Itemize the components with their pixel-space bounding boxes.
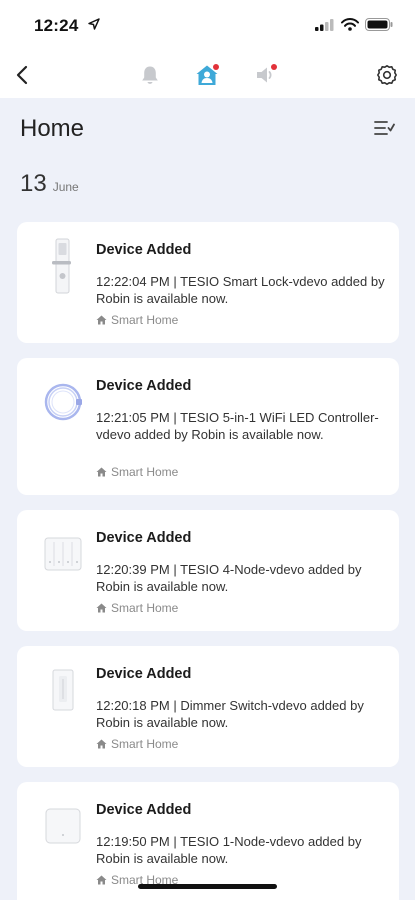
home-indicator[interactable]: [138, 884, 277, 889]
settings-button[interactable]: [373, 61, 401, 89]
card-location: Smart Home: [96, 465, 178, 479]
home-icon: [96, 739, 107, 749]
card-location-label: Smart Home: [111, 313, 179, 327]
notification-card[interactable]: Device Added 12:20:18 PM | Dimmer Switch…: [17, 646, 399, 767]
filter-button[interactable]: [373, 118, 397, 140]
date-group-header: 13 June: [20, 170, 79, 198]
card-title: Device Added: [96, 242, 192, 258]
card-message: 12:21:05 PM | TESIO 5-in-1 WiFi LED Cont…: [96, 410, 379, 442]
bell-icon: [142, 66, 158, 84]
chevron-left-icon: [16, 65, 28, 85]
date-day: 13: [20, 170, 47, 197]
card-location: Smart Home: [96, 313, 178, 327]
wifi-icon: [341, 18, 359, 36]
card-message: 12:19:50 PM | TESIO 1-Node-vdevo added b…: [96, 834, 362, 866]
gear-icon: [377, 65, 397, 85]
notification-card[interactable]: Device Added 12:21:05 PM | TESIO 5-in-1 …: [17, 358, 399, 495]
home-icon: [96, 315, 107, 325]
card-title: Device Added: [96, 802, 192, 818]
led-controller-icon: [39, 372, 87, 432]
home-icon: [96, 467, 107, 477]
tab-badge-dot: [213, 64, 219, 70]
card-location: Smart Home: [96, 601, 178, 615]
card-location-label: Smart Home: [111, 601, 179, 615]
notification-card[interactable]: Device Added 12:19:50 PM | TESIO 1-Node-…: [17, 782, 399, 900]
one-node-switch-icon: [39, 796, 87, 856]
filter-list-icon: [374, 121, 395, 135]
dimmer-switch-icon: [39, 660, 87, 720]
date-month: June: [52, 180, 79, 194]
tab-home-devices[interactable]: [192, 60, 222, 90]
card-location-label: Smart Home: [111, 737, 179, 751]
card-title: Device Added: [96, 530, 192, 546]
status-bar: 12:24: [0, 0, 415, 52]
tab-badge-dot: [271, 64, 277, 70]
tab-announcements[interactable]: [250, 60, 280, 90]
back-button[interactable]: [8, 61, 36, 89]
location-arrow-icon: [88, 17, 100, 35]
page-title: Home: [20, 115, 85, 142]
card-title: Device Added: [96, 378, 192, 394]
card-title: Device Added: [96, 666, 192, 682]
notification-card[interactable]: Device Added 12:22:04 PM | TESIO Smart L…: [17, 222, 399, 343]
card-location-label: Smart Home: [111, 465, 179, 479]
home-icon: [96, 603, 107, 613]
four-node-switch-icon: [39, 524, 87, 584]
notification-card[interactable]: Device Added 12:20:39 PM | TESIO 4-Node-…: [17, 510, 399, 631]
status-icons: [315, 18, 393, 36]
card-location: Smart Home: [96, 737, 178, 751]
top-nav-bar: [0, 52, 415, 98]
status-time: 12:24: [34, 16, 79, 35]
tab-notifications[interactable]: [135, 60, 165, 90]
battery-icon: [365, 18, 393, 36]
card-message: 12:20:18 PM | Dimmer Switch-vdevo added …: [96, 698, 364, 730]
card-message: 12:20:39 PM | TESIO 4-Node-vdevo added b…: [96, 562, 362, 594]
card-message: 12:22:04 PM | TESIO Smart Lock-vdevo add…: [96, 274, 385, 306]
smart-lock-icon: [39, 236, 87, 296]
home-icon: [96, 875, 107, 885]
signal-icon: [315, 18, 335, 36]
